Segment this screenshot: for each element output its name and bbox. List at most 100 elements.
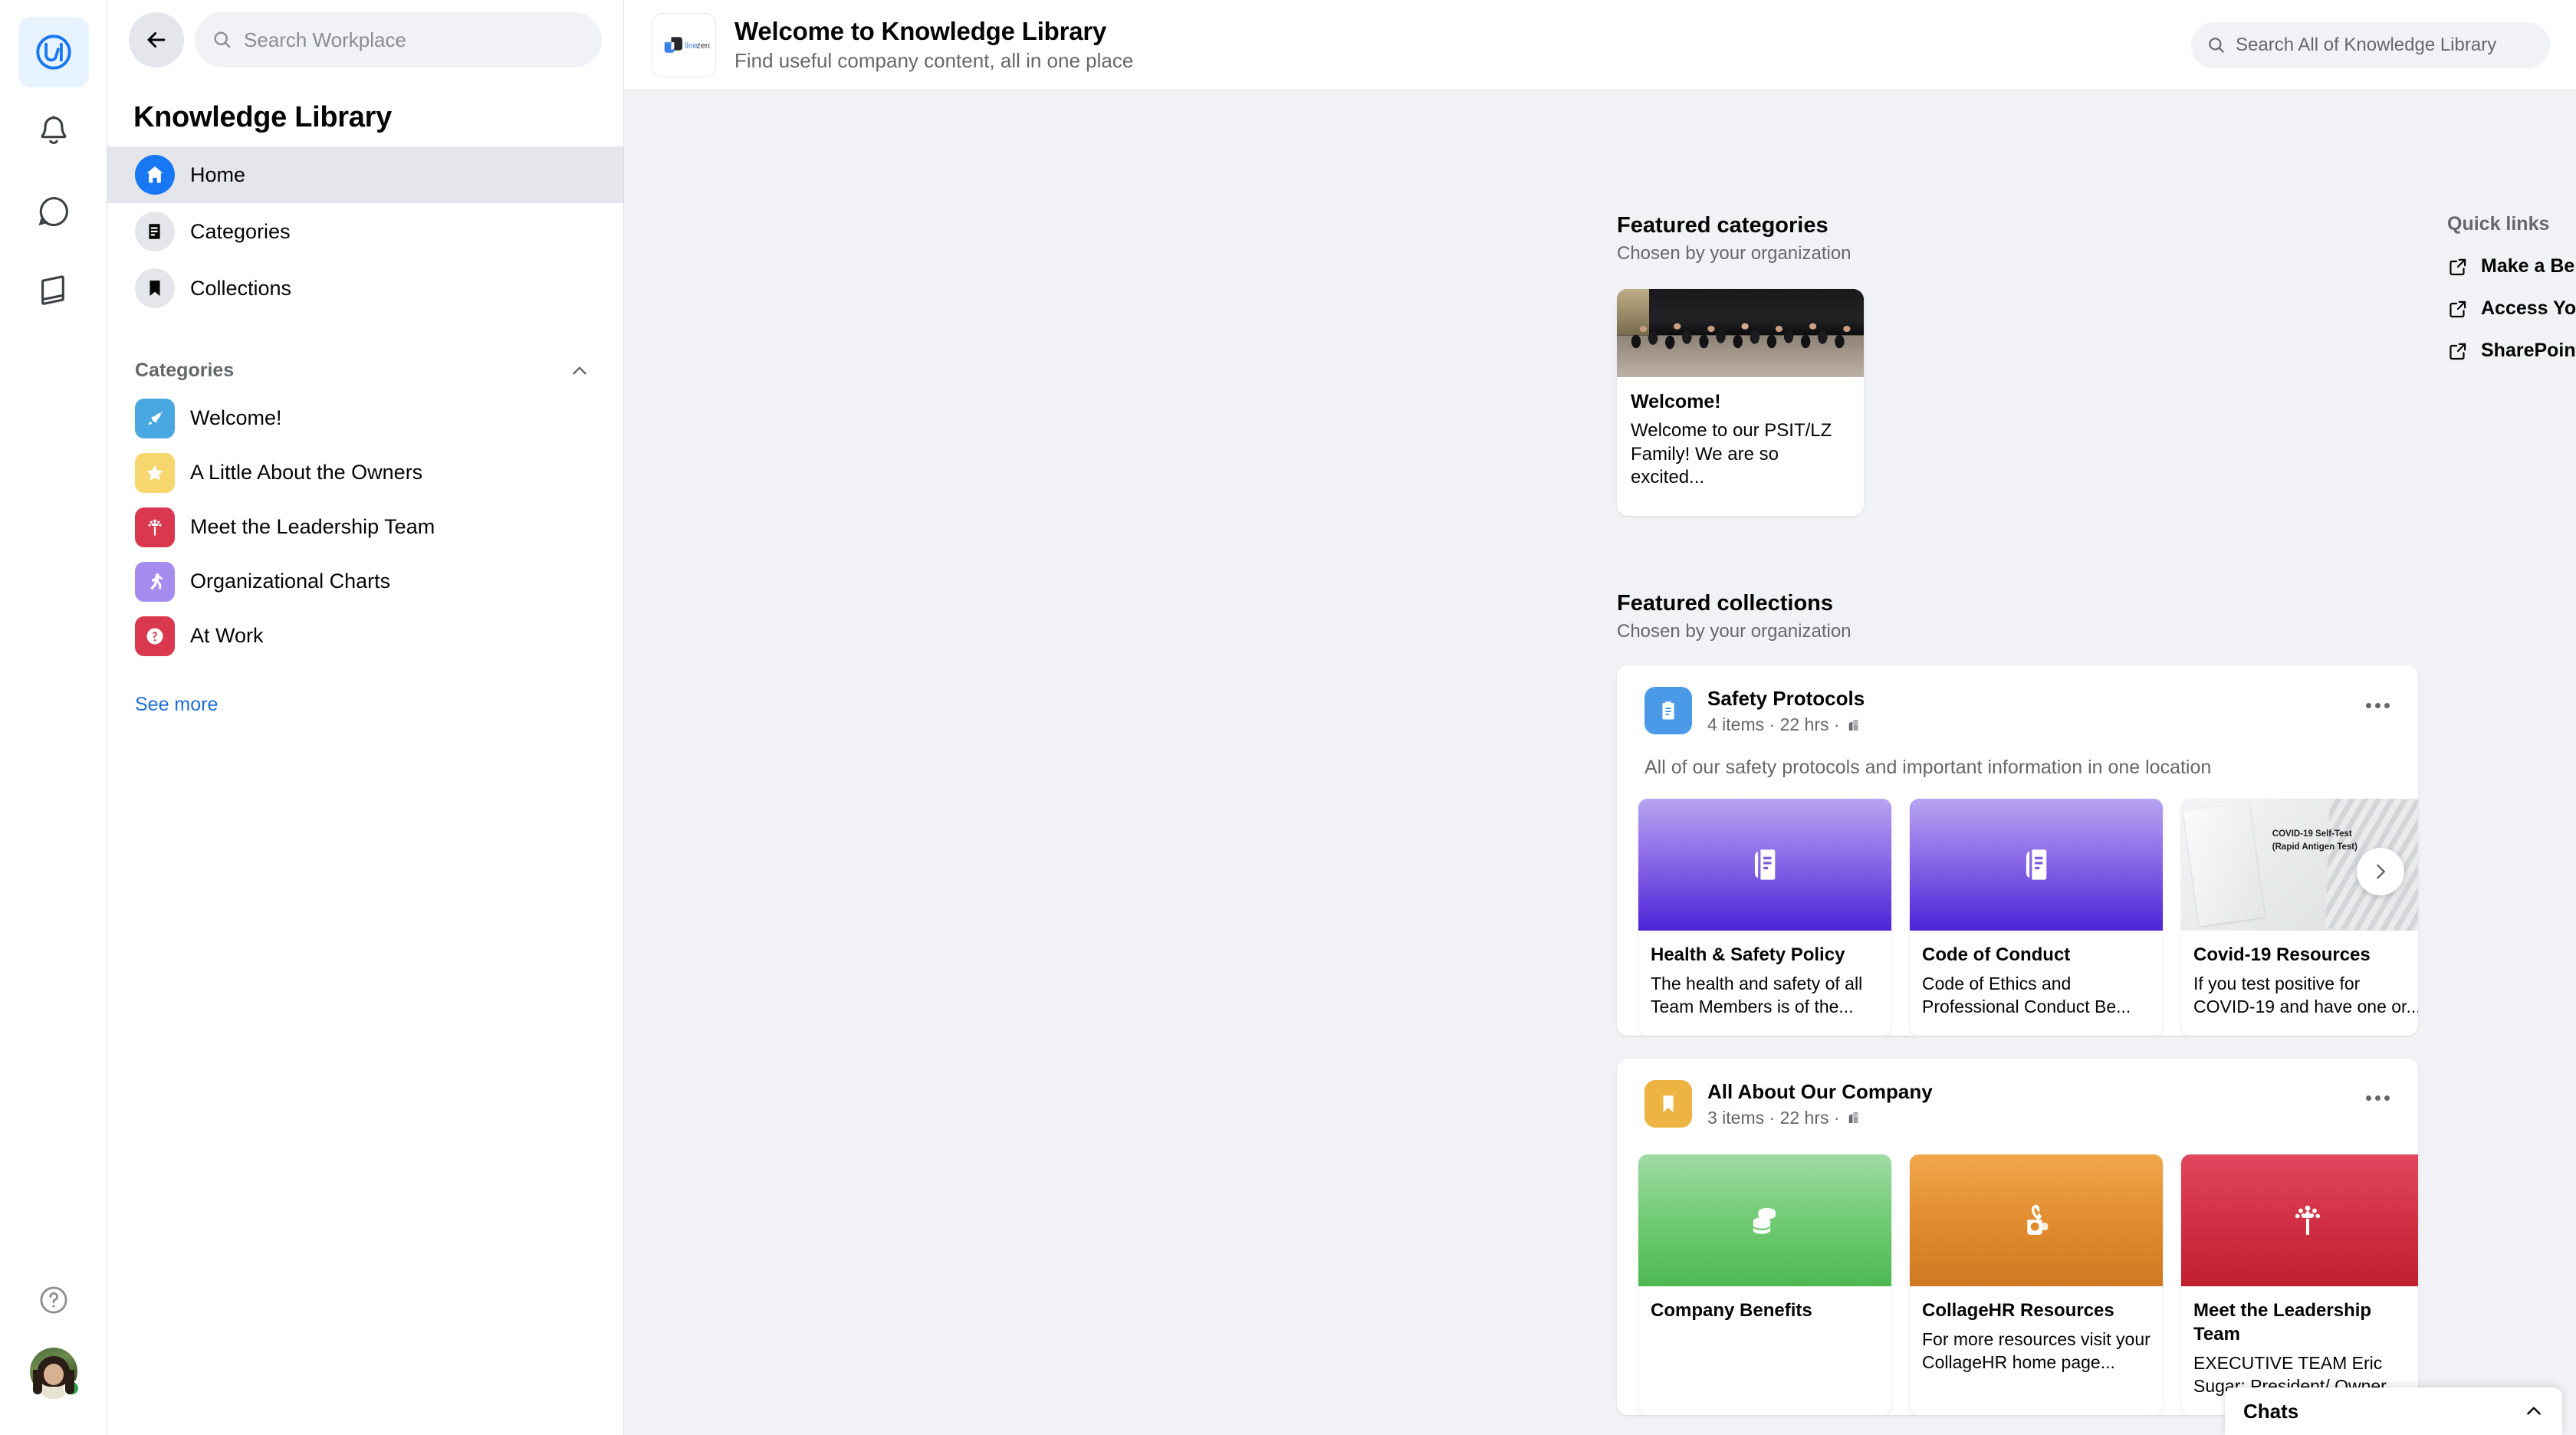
company-building-icon [1846, 718, 1861, 733]
covid-caption-line-2: (Rapid Antigen Test) [2272, 842, 2358, 852]
book-icon [34, 272, 73, 310]
featured-category-card[interactable]: Welcome! Welcome to our PSIT/LZ Family! … [1617, 289, 1864, 517]
more-options-icon[interactable] [2360, 1083, 2395, 1114]
sidebar-item-home[interactable]: Home [107, 146, 623, 203]
tile-body: CollageHR Resources For more resources v… [1910, 1286, 2163, 1391]
rail-item-workplace-home[interactable] [18, 17, 89, 87]
back-button[interactable] [129, 12, 184, 67]
chat-bubble-icon [34, 192, 73, 231]
sidebar-item-categories[interactable]: Categories [107, 203, 623, 260]
sidebar-category-owners[interactable]: A Little About the Owners [107, 445, 623, 500]
sidebar-category-at-work[interactable]: At Work [107, 609, 623, 663]
categories-section-header[interactable]: Categories [107, 317, 623, 382]
rail-item-knowledge-library[interactable] [18, 256, 89, 327]
rail-item-help[interactable] [18, 1265, 89, 1335]
photo-people [1622, 311, 1864, 355]
featured-category-card-description: Welcome to our PSIT/LZ Family! We are so… [1631, 420, 1832, 488]
rail-item-chat[interactable] [18, 176, 89, 247]
carousel-next-button[interactable] [2357, 848, 2404, 895]
knowledge-library-topbar: line zero Welcome to Knowledge Library F… [624, 0, 2576, 90]
home-icon [135, 155, 175, 195]
logo-text-zero: zero [697, 41, 710, 50]
quick-link-label: Access Your Pay Stub [2481, 297, 2576, 319]
featured-collections-title: Featured collections [1617, 591, 1834, 616]
tile-body: Health & Safety Policy The health and sa… [1638, 931, 1891, 1036]
document-icon [2015, 843, 2058, 886]
collection-item-company-benefits[interactable]: Company Benefits [1638, 1154, 1891, 1416]
search-knowledge-library-placeholder: Search All of Knowledge Library [2236, 34, 2497, 55]
collection-item-covid-19-resources[interactable]: COVID-19 Self-Test (Rapid Antigen Test) … [2181, 799, 2418, 1036]
tile-thumbnail [1910, 799, 2163, 931]
help-circle-icon [38, 1284, 70, 1316]
tile-description: Code of Ethics and Professional Conduct … [1922, 974, 2131, 1017]
quick-link-sharepoint[interactable]: SharePoint [2447, 340, 2576, 362]
knowledge-library-sidebar: Search Workplace Knowledge Library Home [107, 0, 624, 1435]
topbar-title: Welcome to Knowledge Library [734, 16, 1107, 45]
logo-text-line: line [685, 41, 698, 50]
quick-links-section: Quick links Make a Benefits Claim [2447, 213, 2576, 362]
categories-icon [135, 212, 175, 251]
chevron-right-icon [2370, 861, 2391, 882]
rail-item-notifications[interactable] [18, 97, 89, 167]
collection-title: All About Our Company [1707, 1079, 1933, 1103]
tile-thumbnail [2181, 1154, 2418, 1286]
topbar-subtitle: Find useful company content, all in one … [734, 49, 1134, 73]
tile-body: Code of Conduct Code of Ethics and Profe… [1910, 931, 2163, 1036]
quick-link-access-your-pay-stub[interactable]: Access Your Pay Stub [2447, 297, 2576, 320]
featured-categories-subtitle: Chosen by your organization [1617, 243, 1852, 264]
star-icon [135, 452, 175, 493]
sidebar-top-bar: Search Workplace [107, 0, 623, 67]
more-options-icon[interactable] [2360, 690, 2395, 721]
collection-header-texts: Safety Protocols 4 items · 22 hrs · [1707, 687, 1865, 735]
content-scroll-region: Featured categories Chosen by your organ… [624, 90, 2576, 1435]
document-icon [1743, 843, 1786, 886]
tile-body: Company Benefits [1638, 1286, 1891, 1380]
quick-link-label: SharePoint [2481, 340, 2576, 361]
covid-test-caption: COVID-19 Self-Test (Rapid Antigen Test) [2272, 828, 2358, 855]
search-knowledge-library-input[interactable]: Search All of Knowledge Library [2191, 21, 2550, 68]
handshake-icon [2016, 1200, 2057, 1241]
collection-item-health-safety-policy[interactable]: Health & Safety Policy The health and sa… [1638, 799, 1891, 1036]
tile-description: For more resources visit your CollageHR … [1922, 1329, 2150, 1373]
sidebar-category-at-work-label: At Work [190, 624, 264, 647]
sidebar-category-welcome[interactable]: Welcome! [107, 391, 623, 445]
quick-links-title: Quick links [2447, 213, 2550, 235]
main-content-area: line zero Welcome to Knowledge Library F… [624, 0, 2576, 1435]
collection-item-collagehr-resources[interactable]: CollageHR Resources For more resources v… [1910, 1154, 2163, 1416]
collection-item-meet-the-leadership-team[interactable]: Meet the Leadership Team EXECUTIVE TEAM … [2181, 1154, 2418, 1416]
tree-icon [2287, 1200, 2328, 1241]
chevron-up-icon[interactable] [2524, 1401, 2544, 1421]
collection-meta: 3 items · 22 hrs · [1707, 1108, 1933, 1128]
running-person-icon [135, 561, 175, 602]
team-group-photo [1617, 289, 1864, 377]
avatar[interactable] [29, 1348, 80, 1397]
tile-thumbnail [1638, 799, 1891, 931]
collection-item-code-of-conduct[interactable]: Code of Conduct Code of Ethics and Profe… [1910, 799, 2163, 1036]
featured-collections-section: Featured collections Chosen by your orga… [1617, 591, 2418, 1416]
bell-icon [34, 113, 73, 151]
chevron-up-icon[interactable] [570, 361, 590, 381]
see-more-categories-link[interactable]: See more [107, 663, 623, 716]
sidebar-item-collections-label: Collections [190, 276, 292, 300]
topbar-texts: Welcome to Knowledge Library Find useful… [734, 17, 1133, 74]
chats-dock[interactable]: Chats [2225, 1387, 2562, 1435]
workplace-logo-icon [33, 31, 74, 73]
featured-category-card-body: Welcome! Welcome to our PSIT/LZ Family! … [1617, 377, 1864, 516]
collection-items-carousel: Company Benefits CollageHR Resources For… [1617, 1128, 2418, 1416]
avatar-face [43, 1364, 64, 1386]
sidebar-category-org-charts-label: Organizational Charts [190, 570, 391, 593]
search-workplace-input[interactable]: Search Workplace [195, 12, 602, 67]
sidebar-category-leadership-label: Meet the Leadership Team [190, 515, 435, 538]
workplace-knowledge-library-app: Search Workplace Knowledge Library Home [0, 0, 2576, 1435]
collection-card-safety-protocols: Safety Protocols 4 items · 22 hrs · All … [1617, 665, 2418, 1036]
featured-categories-section: Featured categories Chosen by your organ… [1617, 213, 2154, 517]
tree-icon [135, 507, 175, 547]
tile-title: Health & Safety Policy [1651, 944, 1845, 965]
sidebar-category-leadership[interactable]: Meet the Leadership Team [107, 500, 623, 554]
quick-link-make-a-benefits-claim[interactable]: Make a Benefits Claim [2447, 255, 2576, 277]
sidebar-category-welcome-label: Welcome! [190, 406, 282, 429]
tile-thumbnail [1638, 1154, 1891, 1286]
sidebar-category-org-charts[interactable]: Organizational Charts [107, 554, 623, 609]
sidebar-item-collections[interactable]: Collections [107, 260, 623, 317]
company-building-icon [1846, 1110, 1861, 1125]
